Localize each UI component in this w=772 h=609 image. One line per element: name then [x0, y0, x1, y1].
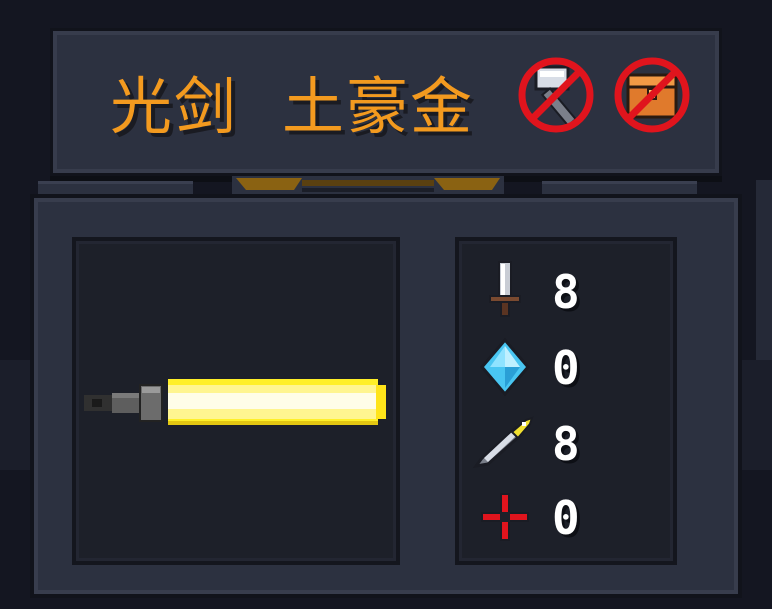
energy-crystal-icon — [472, 334, 538, 400]
stat-energy-value: 0 — [552, 341, 580, 395]
stat-energy: 0 — [472, 334, 652, 400]
sword-icon — [472, 258, 538, 324]
background-right-rail — [742, 360, 772, 470]
stat-critical: 8 — [472, 410, 652, 476]
no-chest-icon — [612, 55, 692, 135]
stat-spread: 0 — [472, 484, 652, 550]
weapon-tier: 土豪金 — [282, 70, 475, 143]
crosshair-icon — [472, 484, 538, 550]
background-left-rail — [0, 360, 30, 470]
panel-connector — [232, 176, 504, 196]
knife-icon — [472, 410, 538, 476]
stat-damage: 8 — [472, 258, 652, 324]
weapon-name: 光剑 — [110, 70, 239, 143]
background-right-block — [756, 180, 772, 360]
stat-spread-value: 0 — [552, 491, 580, 545]
stat-damage-value: 8 — [552, 265, 580, 319]
stat-critical-value: 8 — [552, 417, 580, 471]
lightsaber-icon — [84, 379, 386, 425]
no-hammer-icon — [516, 55, 596, 135]
